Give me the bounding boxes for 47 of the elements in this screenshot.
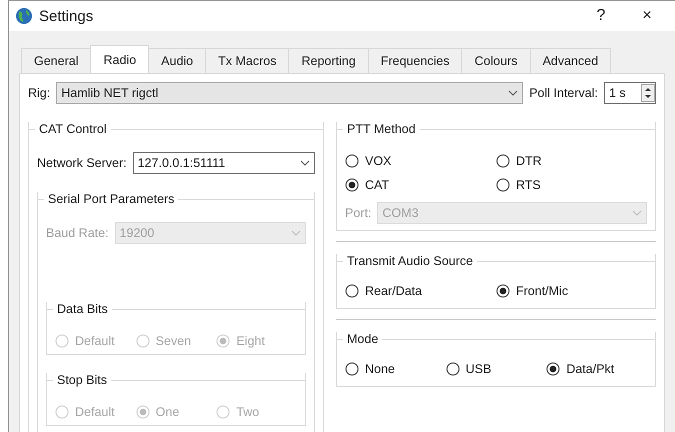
radio-button[interactable] xyxy=(345,154,359,168)
radio-label: Data/Pkt xyxy=(566,362,614,376)
network-server-label: Network Server: xyxy=(37,156,127,170)
radio-label: USB xyxy=(466,362,492,376)
radio-label: Default xyxy=(75,405,115,419)
radio-button[interactable] xyxy=(546,362,560,376)
radio-label: RTS xyxy=(516,178,541,192)
baud-rate-label: Baud Rate: xyxy=(46,226,109,240)
rig-dropdown[interactable]: Hamlib NET rigctl xyxy=(56,82,524,104)
radio-label: Seven xyxy=(156,334,192,348)
tab[interactable]: Radio xyxy=(90,45,150,73)
radio-button[interactable] xyxy=(345,362,359,376)
radio-label: CAT xyxy=(365,178,390,192)
radio-label: Front/Mic xyxy=(516,284,568,298)
radio-label: Eight xyxy=(236,334,265,348)
radio-label: None xyxy=(365,362,395,376)
radio-button[interactable] xyxy=(345,178,359,192)
group-title: Serial Port Parameters xyxy=(48,192,174,206)
group-title: Stop Bits xyxy=(57,373,108,387)
tab[interactable]: Advanced xyxy=(530,48,612,73)
radio-button[interactable] xyxy=(496,284,510,298)
poll-interval-label: Poll Interval: xyxy=(529,86,598,100)
radio-label: DTR xyxy=(516,154,542,168)
group-title: Transmit Audio Source xyxy=(347,254,473,268)
window-title: Settings xyxy=(39,8,94,24)
help-button[interactable]: ? xyxy=(581,1,621,31)
port-label: Port: xyxy=(345,206,372,220)
radio-label: Two xyxy=(236,405,260,419)
group-title: Data Bits xyxy=(57,302,108,316)
radio-button[interactable] xyxy=(446,362,460,376)
spin-arrows-icon[interactable] xyxy=(641,84,655,102)
radio-button[interactable] xyxy=(496,154,510,168)
close-button[interactable]: × xyxy=(627,1,667,31)
group-title: CAT Control xyxy=(39,122,107,136)
radio-label: Rear/Data xyxy=(365,284,422,298)
group-title: Mode xyxy=(347,332,378,346)
radio-label: VOX xyxy=(365,154,392,168)
radio-label: Default xyxy=(75,334,115,348)
radio-button[interactable] xyxy=(496,178,510,192)
rig-label: Rig: xyxy=(28,86,50,100)
tab[interactable]: General xyxy=(21,48,92,73)
network-server-dropdown[interactable]: 127.0.0.1:51111 xyxy=(132,152,315,174)
radio-button[interactable] xyxy=(345,284,359,298)
radio-label: One xyxy=(156,405,180,419)
globe-icon xyxy=(15,7,33,25)
group-title: PTT Method xyxy=(347,122,416,136)
poll-interval-spinbox[interactable]: 1 s xyxy=(604,82,656,104)
